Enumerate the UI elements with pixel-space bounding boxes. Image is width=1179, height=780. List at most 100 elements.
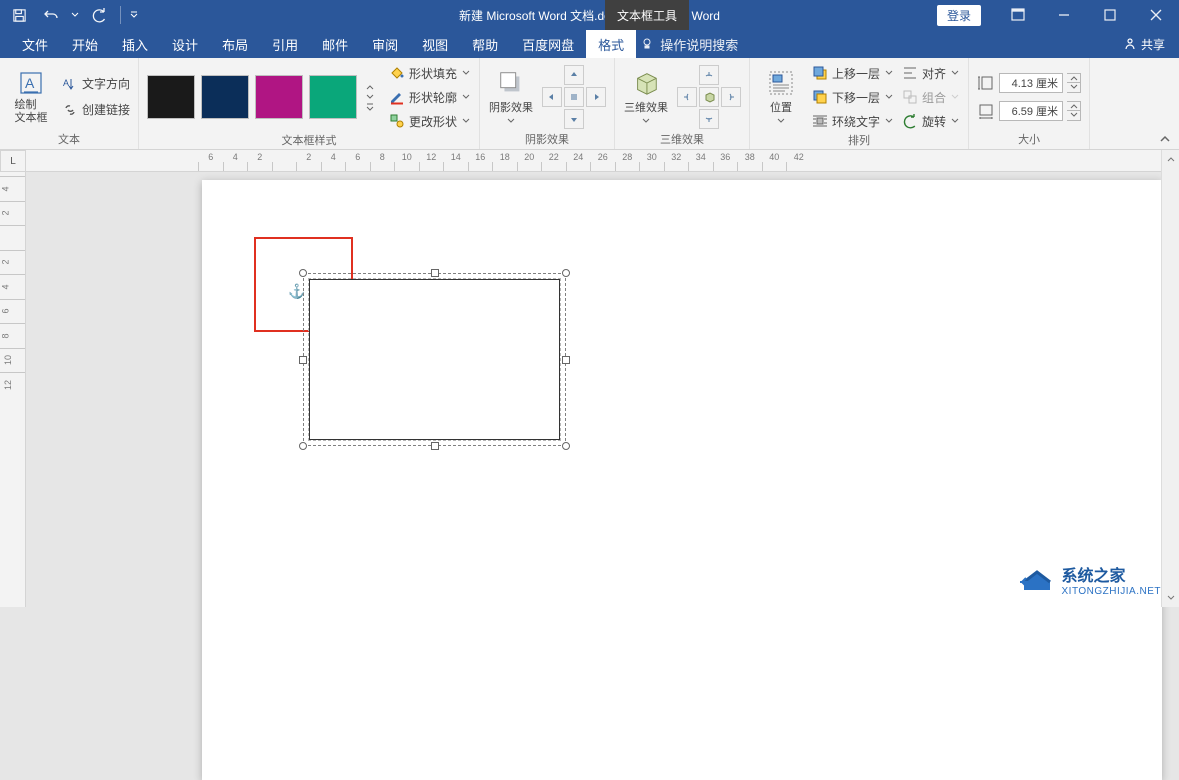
ribbon-options-icon[interactable] [995, 0, 1041, 30]
vertical-ruler[interactable]: 4224681012 [0, 172, 26, 607]
spin-down-icon[interactable] [1067, 83, 1080, 92]
vertical-scrollbar[interactable] [1161, 150, 1179, 607]
tab-references[interactable]: 引用 [260, 30, 310, 58]
draw-textbox-button[interactable]: A 绘制 文本框 [8, 69, 54, 123]
send-backward-button[interactable]: 下移一层 [812, 86, 894, 108]
height-input[interactable]: 4.13 厘米 [999, 73, 1063, 93]
nudge-up-icon[interactable] [564, 65, 584, 85]
style-swatch-1[interactable] [201, 75, 249, 119]
chevron-down-icon[interactable] [641, 117, 651, 125]
chevron-down-icon[interactable] [776, 117, 786, 125]
nudge-center-icon[interactable] [564, 87, 584, 107]
tab-format[interactable]: 格式 [586, 30, 636, 58]
chevron-down-icon[interactable] [461, 93, 471, 101]
send-backward-icon [812, 89, 828, 105]
width-input[interactable]: 6.59 厘米 [999, 101, 1063, 121]
tab-review[interactable]: 审阅 [360, 30, 410, 58]
tilt-right-icon[interactable] [721, 87, 741, 107]
tab-help[interactable]: 帮助 [460, 30, 510, 58]
gallery-up-icon[interactable] [365, 83, 375, 91]
spin-up-icon[interactable] [1067, 74, 1080, 84]
shape-outline-button[interactable]: 形状轮廓 [389, 86, 471, 108]
shadow-effect-button[interactable]: 阴影效果 [488, 69, 534, 125]
qat-customize-icon[interactable] [129, 11, 139, 19]
handle-sw[interactable] [299, 442, 307, 450]
chevron-down-icon[interactable] [884, 117, 894, 125]
spin-down-icon[interactable] [1067, 111, 1080, 120]
style-swatch-2[interactable] [255, 75, 303, 119]
handle-n[interactable] [431, 269, 439, 277]
position-icon [767, 69, 795, 97]
page[interactable]: ⚓ [202, 180, 1162, 780]
handle-ne[interactable] [562, 269, 570, 277]
rotate-button[interactable]: 旋转 [902, 110, 960, 132]
h-ruler-tick: 34 [688, 162, 713, 172]
chevron-down-icon[interactable] [461, 69, 471, 77]
align-button[interactable]: 对齐 [902, 62, 960, 84]
chevron-down-icon[interactable] [884, 93, 894, 101]
chevron-down-icon[interactable] [461, 117, 471, 125]
chevron-down-icon[interactable] [950, 117, 960, 125]
chevron-down-icon[interactable] [950, 69, 960, 77]
gallery-down-icon[interactable] [365, 93, 375, 101]
tab-insert[interactable]: 插入 [110, 30, 160, 58]
tell-me[interactable]: 操作说明搜索 [640, 30, 738, 58]
handle-w[interactable] [299, 356, 307, 364]
width-spinner[interactable] [1067, 101, 1081, 121]
handle-nw[interactable] [299, 269, 307, 277]
position-button[interactable]: 位置 [758, 69, 804, 125]
style-swatch-0[interactable] [147, 75, 195, 119]
height-spinner[interactable] [1067, 73, 1081, 93]
spin-up-icon[interactable] [1067, 102, 1080, 112]
tab-design[interactable]: 设计 [160, 30, 210, 58]
tilt-left-icon[interactable] [677, 87, 697, 107]
login-button[interactable]: 登录 [937, 5, 981, 26]
tilt-down-icon[interactable] [699, 109, 719, 129]
shape-fill-button[interactable]: 形状填充 [389, 62, 471, 84]
redo-icon[interactable] [86, 2, 112, 28]
handle-s[interactable] [431, 442, 439, 450]
style-swatch-3[interactable] [309, 75, 357, 119]
horizontal-ruler[interactable]: 6422468101214161820222426283032343638404… [26, 150, 1161, 172]
tab-mailings[interactable]: 邮件 [310, 30, 360, 58]
tab-baidu[interactable]: 百度网盘 [510, 30, 586, 58]
group-shadow-label: 阴影效果 [488, 131, 606, 147]
tab-file[interactable]: 文件 [10, 30, 60, 58]
chevron-down-icon[interactable] [506, 117, 516, 125]
ruler-corner[interactable]: L [0, 150, 26, 172]
tab-layout[interactable]: 布局 [210, 30, 260, 58]
scroll-up-icon[interactable] [1162, 150, 1179, 168]
handle-se[interactable] [562, 442, 570, 450]
change-shape-button[interactable]: 更改形状 [389, 110, 471, 132]
text-direction-button[interactable]: A 文字方向 [62, 73, 130, 95]
group-button[interactable]: 组合 [902, 86, 960, 108]
bring-forward-button[interactable]: 上移一层 [812, 62, 894, 84]
selected-textbox[interactable] [303, 273, 566, 446]
gallery-more-icon[interactable] [365, 103, 375, 111]
nudge-right-icon[interactable] [586, 87, 606, 107]
nudge-left-icon[interactable] [542, 87, 562, 107]
handle-e[interactable] [562, 356, 570, 364]
tilt-center-icon[interactable] [699, 87, 719, 107]
chevron-down-icon[interactable] [884, 69, 894, 77]
collapse-ribbon-icon[interactable] [1151, 58, 1179, 149]
nudge-down-icon[interactable] [564, 109, 584, 129]
minimize-icon[interactable] [1041, 0, 1087, 30]
watermark-logo-icon [1020, 566, 1054, 594]
scroll-down-icon[interactable] [1162, 589, 1179, 607]
text-direction-icon: A [62, 76, 78, 92]
save-icon[interactable] [6, 2, 32, 28]
tab-home[interactable]: 开始 [60, 30, 110, 58]
undo-dropdown-icon[interactable] [70, 11, 80, 19]
textbox-body[interactable] [309, 279, 560, 440]
close-icon[interactable] [1133, 0, 1179, 30]
maximize-icon[interactable] [1087, 0, 1133, 30]
share-button[interactable]: 共享 [1123, 30, 1165, 58]
undo-icon[interactable] [38, 2, 64, 28]
tilt-up-icon[interactable] [699, 65, 719, 85]
threeD-button[interactable]: 三维效果 [623, 69, 669, 125]
tab-view[interactable]: 视图 [410, 30, 460, 58]
create-link-button[interactable]: 创建链接 [62, 99, 130, 121]
draw-textbox-icon: A [17, 69, 45, 97]
wrap-text-button[interactable]: 环绕文字 [812, 110, 894, 132]
